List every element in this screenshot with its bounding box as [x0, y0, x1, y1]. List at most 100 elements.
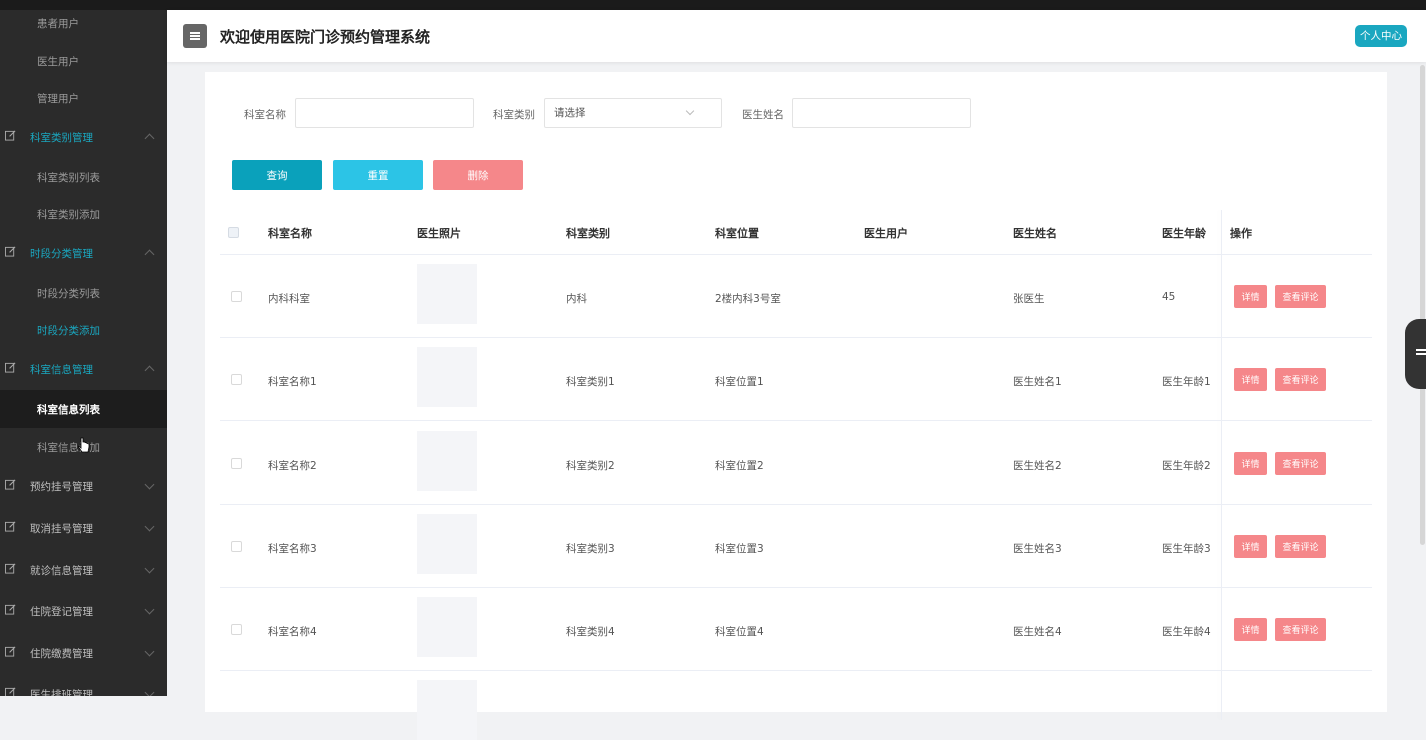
- edit-icon: [5, 646, 16, 657]
- sidebar-group-time-slot[interactable]: 时段分类管理: [0, 234, 167, 272]
- menu-toggle-button[interactable]: [183, 24, 207, 48]
- cell-dept-location: 科室位置3: [715, 543, 764, 555]
- chevron-up-icon: [144, 249, 155, 260]
- view-comments-button[interactable]: 查看评论: [1275, 368, 1326, 391]
- cell-doctor-name: 张医生: [1013, 293, 1045, 305]
- page-scrollbar[interactable]: [1420, 65, 1425, 545]
- user-center-button[interactable]: 个人中心: [1355, 25, 1407, 47]
- sidebar-group-cancel-appointment[interactable]: 取消挂号管理: [0, 509, 167, 547]
- dept-name-input[interactable]: [295, 98, 474, 128]
- divider: [220, 504, 1372, 505]
- query-button[interactable]: 查询: [232, 160, 322, 190]
- sidebar-item-time-slot-list[interactable]: 时段分类列表: [0, 274, 167, 312]
- sidebar-group-dept-type[interactable]: 科室类别管理: [0, 118, 167, 156]
- cell-doctor-age: 医生年龄4: [1162, 626, 1211, 638]
- divider: [220, 254, 1372, 255]
- delete-button[interactable]: 删除: [433, 160, 523, 190]
- column-header[interactable]: 医生姓名: [1013, 225, 1057, 241]
- side-panel-toggle[interactable]: [1405, 319, 1426, 389]
- row-checkbox[interactable]: [231, 541, 242, 552]
- hamburger-icon: [190, 35, 200, 37]
- cell-dept-name: 科室名称3: [268, 543, 317, 555]
- sidebar-item-dept-type-list[interactable]: 科室类别列表: [0, 158, 167, 196]
- sidebar-group-admission[interactable]: 住院登记管理: [0, 592, 167, 630]
- cell-dept-location: 科室位置1: [715, 376, 764, 388]
- sidebar-item-doctor-users[interactable]: 医生用户: [0, 42, 167, 80]
- list-icon: [1416, 349, 1426, 351]
- page-title: 欢迎使用医院门诊预约管理系统: [220, 28, 431, 46]
- sidebar-item-patient-users[interactable]: 患者用户: [0, 10, 167, 42]
- doctor-photo: [417, 431, 477, 491]
- top-strip: [0, 0, 1426, 10]
- edit-icon: [5, 604, 16, 615]
- column-header[interactable]: 科室位置: [715, 225, 759, 241]
- column-header[interactable]: 科室类别: [566, 225, 610, 241]
- column-header[interactable]: 科室名称: [268, 225, 312, 241]
- sidebar-group-payment[interactable]: 住院缴费管理: [0, 634, 167, 672]
- divider: [220, 670, 1372, 671]
- cell-dept-location: 科室位置2: [715, 460, 764, 472]
- cell-dept-type: 科室类别2: [566, 460, 615, 472]
- cell-dept-type: 科室类别4: [566, 626, 615, 638]
- header: 欢迎使用医院门诊预约管理系统 个人中心: [167, 10, 1426, 62]
- column-header[interactable]: 医生照片: [417, 225, 461, 241]
- sidebar-item-dept-type-add[interactable]: 科室类别添加: [0, 195, 167, 233]
- detail-button[interactable]: 详情: [1234, 452, 1267, 475]
- cell-dept-name: 科室名称2: [268, 460, 317, 472]
- cell-doctor-age: 医生年龄3: [1162, 543, 1211, 555]
- row-checkbox[interactable]: [231, 458, 242, 469]
- view-comments-button[interactable]: 查看评论: [1275, 618, 1326, 641]
- cell-doctor-name: 医生姓名2: [1013, 460, 1062, 472]
- edit-icon: [5, 521, 16, 532]
- cell-dept-location: 科室位置4: [715, 626, 764, 638]
- chevron-up-icon: [144, 133, 155, 144]
- row-checkbox[interactable]: [231, 624, 242, 635]
- row-checkbox[interactable]: [231, 374, 242, 385]
- sidebar-group-appointment[interactable]: 预约挂号管理: [0, 467, 167, 505]
- chevron-down-icon: [144, 604, 155, 615]
- sidebar-group-schedule[interactable]: 医生排班管理: [0, 675, 167, 696]
- edit-icon: [5, 246, 16, 257]
- sidebar-item-time-slot-add[interactable]: 时段分类添加: [0, 311, 167, 349]
- view-comments-button[interactable]: 查看评论: [1275, 535, 1326, 558]
- view-comments-button[interactable]: 查看评论: [1275, 452, 1326, 475]
- column-header: 操作: [1230, 227, 1252, 240]
- column-header[interactable]: 医生年龄: [1162, 225, 1206, 241]
- cell-dept-name: 科室名称4: [268, 626, 317, 638]
- reset-button[interactable]: 重置: [333, 160, 423, 190]
- cell-doctor-name: 医生姓名4: [1013, 626, 1062, 638]
- main-card: 科室名称 科室类别 请选择 医生姓名 查询 重置 删除 科室名称 医生照片 科室…: [205, 72, 1387, 740]
- doctor-name-input[interactable]: [792, 98, 971, 128]
- column-header[interactable]: 医生用户: [864, 225, 908, 241]
- edit-icon: [5, 130, 16, 141]
- detail-button[interactable]: 详情: [1234, 285, 1267, 308]
- dept-type-select[interactable]: 请选择: [544, 98, 722, 128]
- chevron-down-icon: [144, 479, 155, 490]
- detail-button[interactable]: 详情: [1234, 535, 1267, 558]
- doctor-name-label: 医生姓名: [742, 109, 784, 121]
- cell-dept-type: 内科: [566, 293, 587, 305]
- view-comments-button[interactable]: 查看评论: [1275, 285, 1326, 308]
- detail-button[interactable]: 详情: [1234, 618, 1267, 641]
- sidebar: 患者用户 医生用户 管理用户 科室类别管理 科室类别列表 科室类别添加 时段分类…: [0, 10, 167, 696]
- dept-type-label: 科室类别: [493, 109, 535, 121]
- doctor-photo: [417, 680, 477, 740]
- cell-dept-location: 2楼内科3号室: [715, 293, 781, 305]
- detail-button[interactable]: 详情: [1234, 368, 1267, 391]
- cell-dept-name: 内科科室: [268, 293, 310, 305]
- cell-doctor-name: 医生姓名1: [1013, 376, 1062, 388]
- doctor-photo: [417, 597, 477, 657]
- edit-icon: [5, 687, 16, 696]
- dept-name-label: 科室名称: [244, 109, 286, 121]
- sidebar-group-visit-info[interactable]: 就诊信息管理: [0, 551, 167, 589]
- divider: [220, 587, 1372, 588]
- select-all-checkbox[interactable]: [228, 227, 239, 238]
- row-checkbox[interactable]: [231, 291, 242, 302]
- chevron-down-icon: [144, 687, 155, 696]
- edit-icon: [5, 362, 16, 373]
- cell-doctor-name: 医生姓名3: [1013, 543, 1062, 555]
- sidebar-group-dept-info[interactable]: 科室信息管理: [0, 350, 167, 388]
- edit-icon: [5, 563, 16, 574]
- sidebar-item-admin-users[interactable]: 管理用户: [0, 79, 167, 117]
- sidebar-item-dept-info-list[interactable]: 科室信息列表: [0, 390, 167, 428]
